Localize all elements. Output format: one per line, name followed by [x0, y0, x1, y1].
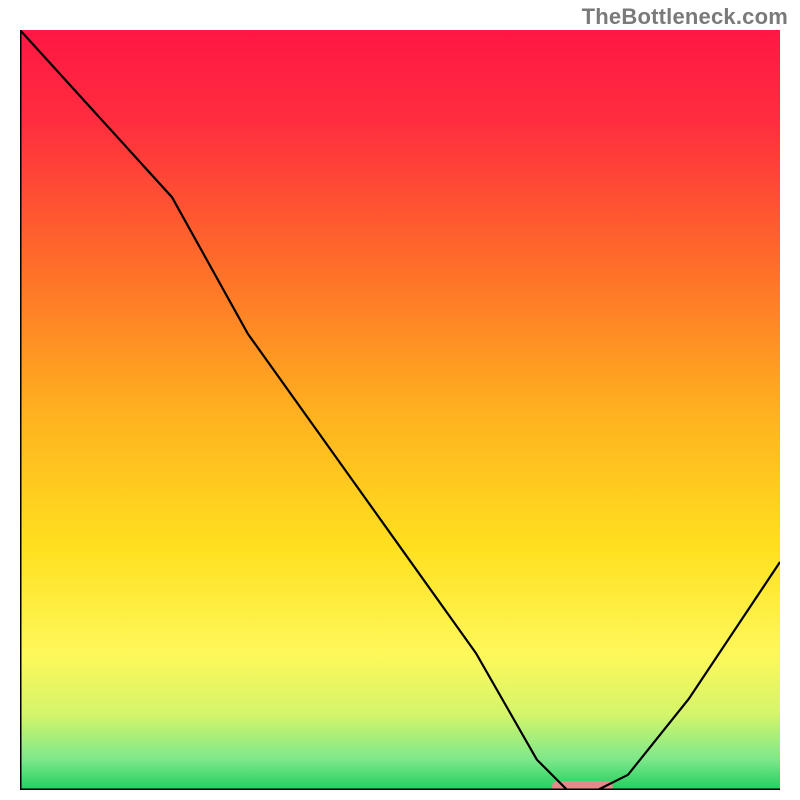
watermark-text: TheBottleneck.com	[582, 4, 788, 30]
chart-svg	[20, 30, 780, 790]
plot-area	[20, 30, 780, 790]
heatmap-background	[20, 30, 780, 790]
chart-container: TheBottleneck.com	[0, 0, 800, 800]
